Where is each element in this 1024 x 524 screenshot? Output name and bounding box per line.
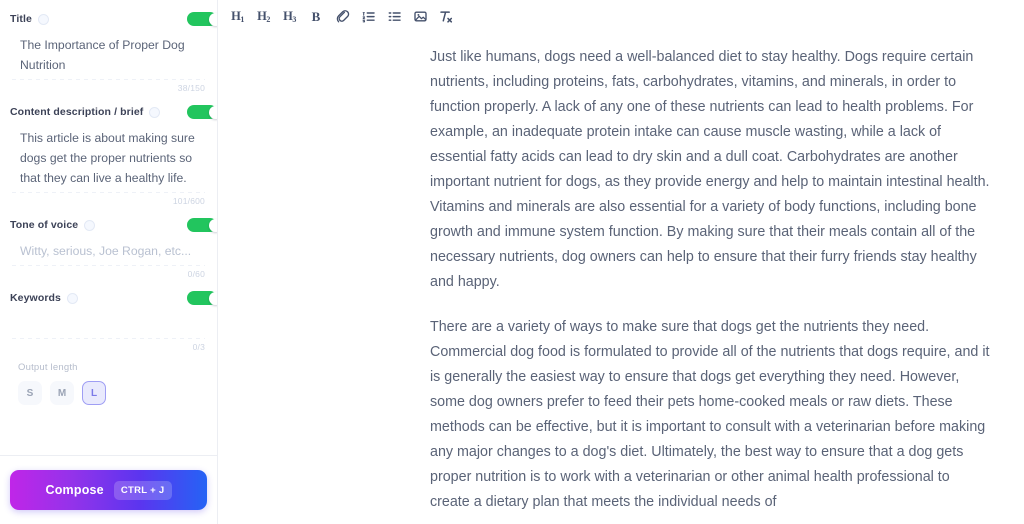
field-header: Keywords: [10, 288, 217, 308]
compose-shortcut-badge: CTRL + J: [113, 480, 172, 500]
output-length-option-s[interactable]: S: [18, 381, 42, 405]
document-scroll-area[interactable]: Just like humans, dogs need a well-balan…: [218, 33, 1024, 524]
toggle-knob: [209, 218, 217, 232]
character-counter: 101/600: [172, 196, 205, 206]
document-content[interactable]: Just like humans, dogs need a well-balan…: [430, 33, 990, 515]
output-length-option-m[interactable]: M: [50, 381, 74, 405]
bold-button[interactable]: B: [304, 5, 328, 29]
image-button[interactable]: [408, 5, 432, 29]
field-input[interactable]: The Importance of Proper Dog Nutrition: [10, 29, 207, 79]
field-value-text: The Importance of Proper Dog Nutrition: [20, 38, 185, 72]
heading-1-button[interactable]: H1: [226, 5, 250, 29]
output-length-label: Output length: [18, 362, 78, 373]
toggle-knob: [209, 105, 217, 119]
heading-3-button[interactable]: H3: [278, 5, 302, 29]
field-header: Title: [10, 9, 217, 29]
compose-area: Compose CTRL + J: [0, 456, 217, 524]
output-length-group: Output length SML: [10, 352, 207, 405]
field-content-description-brief: Content description / brief This article …: [10, 93, 217, 206]
info-circle-icon[interactable]: [84, 219, 96, 231]
field-input[interactable]: [10, 308, 207, 338]
field-input[interactable]: Witty, serious, Joe Rogan, etc...: [10, 235, 207, 265]
character-counter: 0/3: [192, 342, 205, 352]
field-input[interactable]: This article is about making sure dogs g…: [10, 122, 207, 192]
app-root: Title The Importance of Proper Dog Nutrit…: [0, 0, 1024, 524]
toggle-knob: [209, 12, 217, 26]
field-tone-of-voice: Tone of voice Witty, serious, Joe Rogan, …: [10, 206, 217, 279]
field-toggle-switch[interactable]: [187, 12, 217, 26]
heading-level-number: 2: [266, 15, 271, 24]
field-label: Title: [10, 13, 32, 25]
document-paragraph[interactable]: There are a variety of ways to make sure…: [430, 315, 990, 515]
info-circle-icon[interactable]: [66, 292, 78, 304]
compose-button[interactable]: Compose CTRL + J: [10, 470, 207, 510]
link-button[interactable]: [330, 5, 354, 29]
output-length-options: SML: [18, 381, 207, 405]
compose-button-label: Compose: [45, 483, 104, 497]
document-paragraph[interactable]: Just like humans, dogs need a well-balan…: [430, 45, 990, 295]
ordered-list-button[interactable]: [356, 5, 380, 29]
field-label: Content description / brief: [10, 106, 144, 118]
toggle-knob: [209, 291, 217, 305]
info-circle-icon[interactable]: [37, 13, 49, 25]
bold-letter: B: [311, 8, 321, 24]
character-counter: 38/150: [177, 83, 205, 93]
formatting-toolbar: H1H2H3 B: [218, 0, 1024, 33]
editor-panel: H1H2H3 B Just like humans, dogs need a we…: [218, 0, 1024, 524]
clear-formatting-button[interactable]: [434, 5, 458, 29]
character-counter: 0/60: [187, 269, 205, 279]
field-header: Tone of voice: [10, 215, 217, 235]
field-placeholder-text: Witty, serious, Joe Rogan, etc...: [20, 244, 192, 258]
sidebar-fields: Title The Importance of Proper Dog Nutrit…: [0, 0, 217, 446]
field-value-text: This article is about making sure dogs g…: [20, 131, 195, 185]
field-label: Tone of voice: [10, 219, 79, 231]
heading-level-number: 3: [292, 15, 297, 24]
unordered-list-button[interactable]: [382, 5, 406, 29]
field-keywords: Keywords 0/3: [10, 279, 217, 352]
settings-sidebar: Title The Importance of Proper Dog Nutrit…: [0, 0, 218, 524]
field-label: Keywords: [10, 292, 61, 304]
output-length-option-l[interactable]: L: [82, 381, 106, 405]
heading-2-button[interactable]: H2: [252, 5, 276, 29]
field-title: Title The Importance of Proper Dog Nutrit…: [10, 0, 217, 93]
field-header: Content description / brief: [10, 102, 217, 122]
heading-level-number: 1: [240, 15, 245, 24]
field-toggle-switch[interactable]: [187, 218, 217, 232]
field-toggle-switch[interactable]: [187, 291, 217, 305]
field-toggle-switch[interactable]: [187, 105, 217, 119]
info-circle-icon[interactable]: [149, 106, 161, 118]
